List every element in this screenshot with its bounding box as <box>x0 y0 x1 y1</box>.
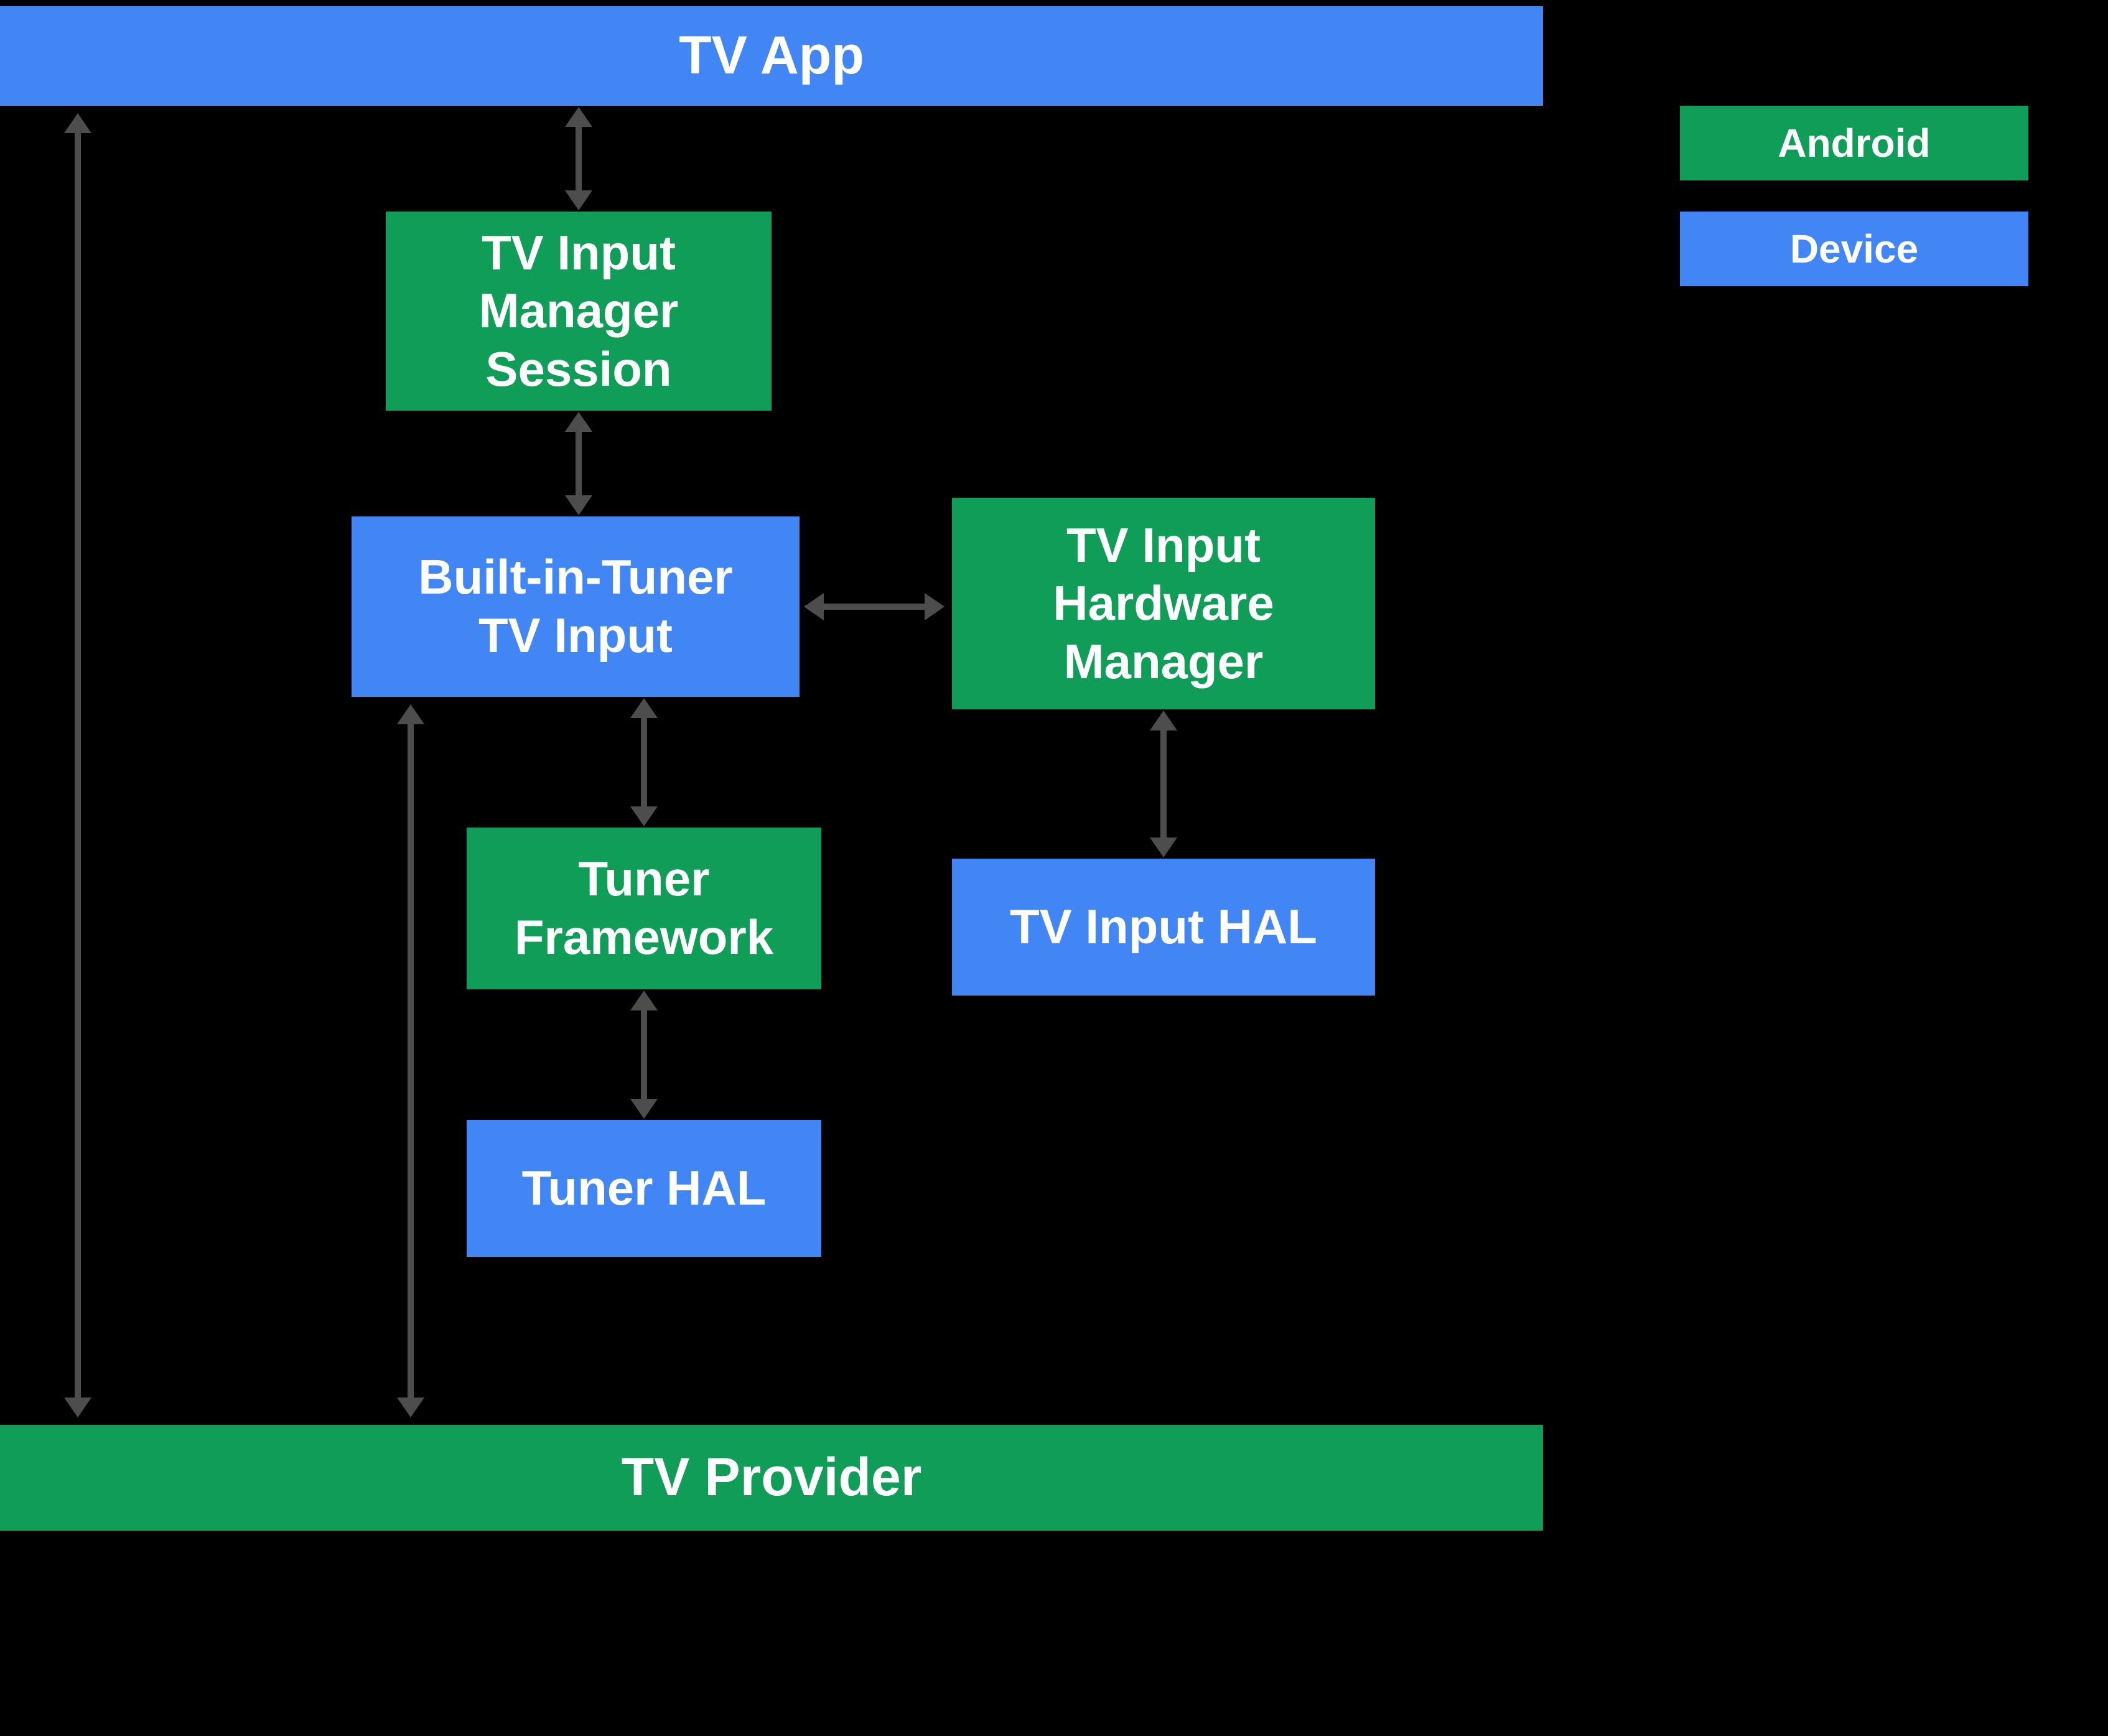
node-builtin-tuner: Built-in-Tuner TV Input <box>352 516 800 697</box>
node-tuner-hal: Tuner HAL <box>467 1120 821 1257</box>
legend-device: Device <box>1680 212 2028 286</box>
arrow-builtin-hwmgr <box>821 604 927 610</box>
legend-android: Android <box>1680 106 2028 180</box>
node-tv-provider-label: TV Provider <box>622 1445 922 1510</box>
node-tuner-hal-label: Tuner HAL <box>522 1159 767 1218</box>
arrow-tvapp-tvprovider <box>75 131 81 1400</box>
node-tvim-session: TV Input Manager Session <box>386 212 772 411</box>
node-tuner-framework-label: Tuner Framework <box>515 850 773 966</box>
node-tv-app-label: TV App <box>679 24 864 88</box>
node-tv-provider: TV Provider <box>0 1425 1543 1531</box>
node-tv-input-hal-label: TV Input HAL <box>1010 898 1317 956</box>
node-tv-input-hal: TV Input HAL <box>952 859 1375 996</box>
arrow-tunerfw-tunerhal <box>641 1008 647 1101</box>
diagram-canvas: TV App Android Device TV Input Manager S… <box>0 0 2108 1736</box>
node-tv-app: TV App <box>0 6 1543 106</box>
arrow-builtin-tunerfw <box>641 716 647 809</box>
legend-android-label: Android <box>1778 119 1930 167</box>
node-tuner-framework: Tuner Framework <box>467 828 821 989</box>
arrow-hwmgr-inputhal <box>1160 728 1167 840</box>
node-tvi-hw-manager: TV Input Hardware Manager <box>952 498 1375 709</box>
arrow-tvapp-tvim <box>576 124 582 193</box>
node-tvi-hw-manager-label: TV Input Hardware Manager <box>1053 516 1274 691</box>
node-builtin-tuner-label: Built-in-Tuner TV Input <box>418 548 732 665</box>
arrow-builtin-tvprovider <box>408 722 414 1400</box>
arrow-tvim-builtin <box>576 429 582 498</box>
node-tvim-session-label: TV Input Manager Session <box>479 224 679 399</box>
legend-device-label: Device <box>1790 225 1918 273</box>
